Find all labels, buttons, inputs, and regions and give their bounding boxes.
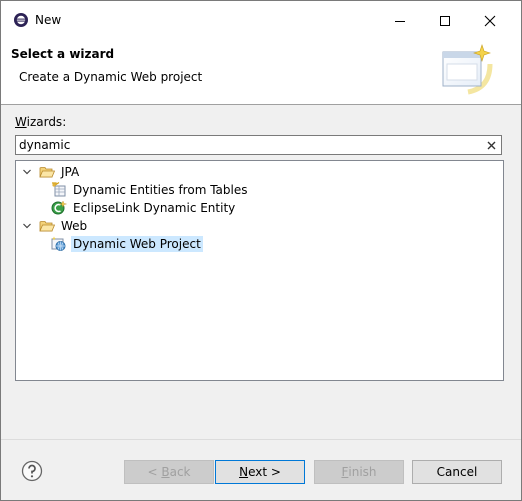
cancel-button[interactable]: Cancel — [412, 460, 502, 484]
banner-description: Create a Dynamic Web project — [19, 70, 203, 84]
wizard-filter-input[interactable] — [19, 137, 479, 153]
eclipse-app-icon — [13, 12, 29, 28]
tree-item-label: Dynamic Entities from Tables — [73, 183, 248, 197]
maximize-button[interactable] — [422, 1, 467, 40]
tree-item-label: EclipseLink Dynamic Entity — [73, 201, 236, 215]
wizard-banner: Select a wizard Create a Dynamic Web pro… — [1, 40, 521, 104]
banner-separator — [1, 104, 521, 105]
close-button[interactable] — [467, 1, 512, 40]
tree-item-dynamic-entities-from-tables[interactable]: Dynamic Entities from Tables — [51, 181, 249, 199]
wizard-filter-field[interactable] — [15, 135, 502, 155]
clear-filter-icon[interactable] — [485, 139, 497, 151]
wizards-label-text: izards: — [26, 115, 67, 129]
cancel-button-label: Cancel — [436, 465, 478, 479]
banner-title: Select a wizard — [11, 47, 115, 61]
wizards-label-mnemonic: W — [15, 115, 27, 129]
open-folder-icon — [39, 164, 55, 180]
help-icon[interactable] — [21, 460, 43, 482]
tree-item-eclipselink-dynamic-entity[interactable]: EclipseLink Dynamic Entity — [51, 199, 237, 217]
wizard-banner-icon — [438, 42, 494, 100]
tree-node-jpa[interactable]: JPA — [21, 163, 81, 181]
open-folder-icon — [39, 218, 55, 234]
back-button[interactable]: < Back — [124, 460, 214, 484]
title-bar: New — [1, 1, 521, 40]
next-button[interactable]: Next > — [215, 460, 305, 484]
button-bar-separator — [1, 439, 521, 440]
tree-item-label: Dynamic Web Project — [71, 236, 203, 252]
finish-button[interactable]: Finish — [314, 460, 404, 484]
back-button-prefix: < — [147, 465, 162, 479]
finish-button-mnemonic: F — [341, 465, 349, 479]
next-button-label: ext > — [248, 465, 281, 479]
expand-chevron-icon[interactable] — [21, 166, 33, 178]
web-project-icon — [51, 236, 67, 252]
tree-node-web[interactable]: Web — [21, 217, 89, 235]
tree-group-label: Web — [61, 219, 88, 233]
next-button-mnemonic: N — [239, 465, 249, 479]
wizards-label: Wizards: — [15, 115, 66, 129]
back-button-label: ack — [169, 465, 191, 479]
minimize-button[interactable] — [377, 1, 422, 40]
wizard-tree[interactable]: JPA Dynamic Entities from Tables Eclipse… — [15, 160, 504, 381]
tree-group-label: JPA — [61, 165, 80, 179]
tree-item-dynamic-web-project[interactable]: Dynamic Web Project — [51, 235, 203, 253]
new-wizard-dialog: New Select a wizard Create a Dynamic Web… — [0, 0, 522, 501]
entities-from-tables-icon — [51, 182, 67, 198]
eclipselink-entity-icon — [51, 200, 67, 216]
expand-chevron-icon[interactable] — [21, 220, 33, 232]
window-title: New — [35, 13, 62, 27]
finish-button-label: inish — [348, 465, 377, 479]
back-button-mnemonic: B — [161, 465, 170, 479]
